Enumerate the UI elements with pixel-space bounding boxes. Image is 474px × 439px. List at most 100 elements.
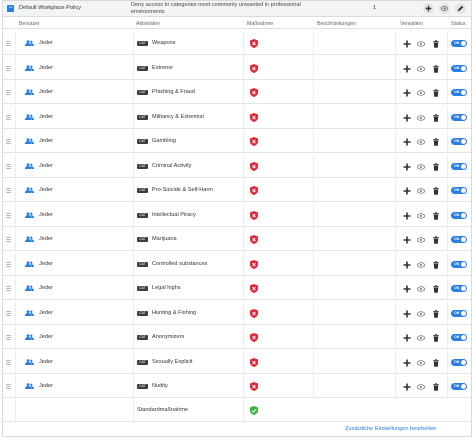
add-icon[interactable]	[403, 138, 411, 146]
status-toggle[interactable]: ON	[451, 236, 467, 243]
trash-icon[interactable]	[432, 211, 440, 220]
drag-handle-icon[interactable]	[6, 65, 12, 71]
drag-handle-icon[interactable]	[6, 90, 12, 95]
add-icon[interactable]	[403, 359, 411, 367]
view-icon[interactable]	[417, 334, 425, 342]
drag-handle-icon[interactable]	[6, 335, 12, 340]
add-icon[interactable]	[403, 65, 411, 73]
block-shield-icon[interactable]	[250, 112, 258, 122]
view-icon[interactable]	[417, 163, 425, 171]
trash-icon[interactable]	[432, 309, 440, 318]
add-icon[interactable]	[403, 187, 411, 195]
status-toggle[interactable]: ON	[451, 309, 467, 317]
drag-handle-icon[interactable]	[6, 41, 12, 46]
status-toggle[interactable]: ON	[451, 40, 467, 47]
toggle-label: ON	[454, 237, 460, 242]
trash-icon[interactable]	[432, 162, 440, 171]
trash-icon[interactable]	[432, 89, 440, 97]
view-icon[interactable]	[417, 65, 425, 73]
trash-icon[interactable]	[432, 358, 440, 367]
status-toggle[interactable]: ON	[451, 138, 467, 145]
drag-handle-icon[interactable]	[6, 114, 12, 120]
view-icon[interactable]	[417, 187, 425, 195]
drag-handle-icon[interactable]	[6, 286, 12, 291]
add-icon[interactable]	[403, 114, 411, 122]
edit-icon[interactable]	[455, 3, 466, 14]
block-shield-icon[interactable]	[250, 308, 258, 318]
view-icon[interactable]	[417, 114, 425, 122]
additional-settings-link[interactable]: Zusätzliche Einstellungen bearbeiten	[345, 426, 436, 432]
add-icon[interactable]	[403, 285, 411, 293]
add-icon[interactable]	[403, 40, 411, 48]
rule-row: Jeder CAT Pro-Suicide & Self-Harm ON	[3, 179, 471, 202]
status-toggle[interactable]: ON	[451, 64, 467, 72]
view-icon[interactable]	[417, 285, 425, 293]
block-shield-icon[interactable]	[250, 284, 258, 293]
status-toggle[interactable]: ON	[451, 89, 467, 96]
block-shield-icon[interactable]	[250, 88, 258, 97]
drag-handle-icon[interactable]	[6, 163, 12, 169]
collapse-icon[interactable]: −	[7, 5, 14, 12]
trash-icon[interactable]	[432, 383, 440, 391]
drag-handle-icon[interactable]	[6, 139, 12, 144]
add-icon[interactable]	[403, 334, 411, 342]
toggle-label: ON	[454, 384, 460, 389]
view-icon[interactable]	[417, 89, 425, 97]
trash-icon[interactable]	[432, 113, 440, 122]
trash-icon[interactable]	[432, 187, 440, 195]
add-icon[interactable]	[403, 310, 411, 318]
drag-handle-icon[interactable]	[6, 359, 12, 365]
drag-handle-icon[interactable]	[6, 188, 12, 193]
view-icon[interactable]	[417, 359, 425, 367]
block-shield-icon[interactable]	[250, 210, 258, 220]
block-shield-icon[interactable]	[250, 333, 258, 342]
view-icon[interactable]	[417, 236, 425, 244]
drag-handle-icon[interactable]	[6, 384, 12, 389]
view-icon[interactable]	[417, 138, 425, 146]
status-toggle[interactable]: ON	[451, 383, 467, 390]
add-icon[interactable]	[403, 236, 411, 244]
view-icon[interactable]	[417, 310, 425, 318]
status-toggle[interactable]: ON	[451, 113, 467, 121]
status-toggle[interactable]: ON	[451, 358, 467, 366]
add-icon[interactable]	[403, 383, 411, 391]
trash-icon[interactable]	[432, 64, 440, 73]
toggle-label: ON	[454, 41, 460, 46]
block-shield-icon[interactable]	[250, 186, 258, 195]
block-shield-icon[interactable]	[250, 235, 258, 244]
allow-shield-icon[interactable]	[250, 406, 258, 415]
status-toggle[interactable]: ON	[451, 334, 467, 341]
block-shield-icon[interactable]	[250, 63, 258, 73]
view-icon[interactable]	[417, 212, 425, 220]
add-icon[interactable]	[403, 89, 411, 97]
trash-icon[interactable]	[432, 40, 440, 48]
block-shield-icon[interactable]	[250, 137, 258, 146]
trash-icon[interactable]	[432, 236, 440, 244]
trash-icon[interactable]	[432, 260, 440, 269]
view-icon[interactable]	[439, 3, 450, 14]
status-toggle[interactable]: ON	[451, 187, 467, 194]
add-rule-icon[interactable]	[423, 3, 434, 14]
status-toggle[interactable]: ON	[451, 162, 467, 170]
drag-handle-icon[interactable]	[6, 261, 12, 267]
drag-handle-icon[interactable]	[6, 212, 12, 218]
view-icon[interactable]	[417, 383, 425, 391]
trash-icon[interactable]	[432, 138, 440, 146]
trash-icon[interactable]	[432, 285, 440, 293]
view-icon[interactable]	[417, 40, 425, 48]
drag-handle-icon[interactable]	[6, 310, 12, 316]
block-shield-icon[interactable]	[250, 259, 258, 269]
block-shield-icon[interactable]	[250, 382, 258, 391]
add-icon[interactable]	[403, 212, 411, 220]
add-icon[interactable]	[403, 261, 411, 269]
status-toggle[interactable]: ON	[451, 211, 467, 219]
status-toggle[interactable]: ON	[451, 285, 467, 292]
block-shield-icon[interactable]	[250, 161, 258, 171]
status-toggle[interactable]: ON	[451, 260, 467, 268]
drag-handle-icon[interactable]	[6, 237, 12, 242]
block-shield-icon[interactable]	[250, 357, 258, 367]
trash-icon[interactable]	[432, 334, 440, 342]
view-icon[interactable]	[417, 261, 425, 269]
add-icon[interactable]	[403, 163, 411, 171]
block-shield-icon[interactable]	[250, 39, 258, 48]
